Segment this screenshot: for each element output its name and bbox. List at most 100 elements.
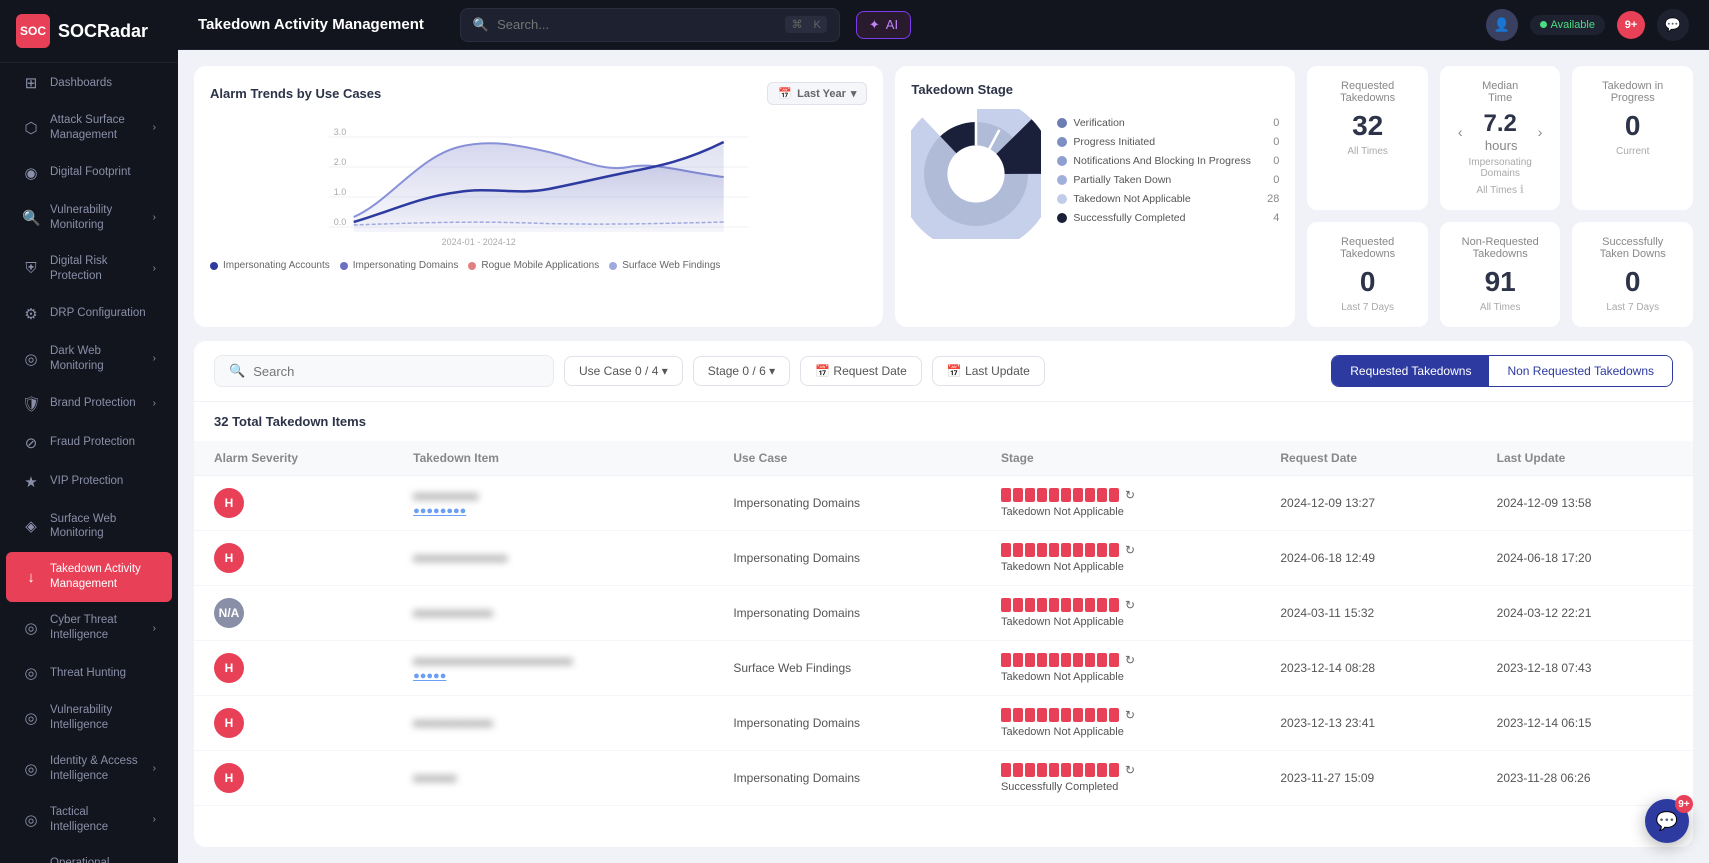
item-sub[interactable]: ●●●●● (413, 670, 693, 682)
cell-item-2: ●●●●●●●●●●● (393, 586, 713, 641)
refresh-icon[interactable]: ↻ (1125, 488, 1135, 502)
search-input[interactable] (497, 17, 777, 32)
cell-usecase-0: Impersonating Domains (713, 476, 981, 531)
severity-badge: H (214, 488, 244, 518)
last-update-filter[interactable]: 📅 Last Update (932, 356, 1045, 386)
chevron-icon: › (153, 763, 156, 774)
sidebar-item-brand-protection[interactable]: 🛡 Brand Protection › (6, 385, 172, 423)
legend-item: Impersonating Accounts (210, 260, 330, 271)
tab-requested[interactable]: Requested Takedowns (1332, 356, 1489, 386)
cell-severity-0: H (194, 476, 393, 531)
sidebar-item-dashboards[interactable]: ⊞ Dashboards (6, 64, 172, 102)
sidebar-icon-vuln-intelligence: ◎ (22, 709, 40, 727)
stage-filter[interactable]: Stage 0 / 6 ▾ (693, 356, 790, 386)
cell-lastupdate-3: 2023-12-18 07:43 (1477, 641, 1693, 696)
sidebar-item-vuln-intelligence[interactable]: ◎ Vulnerability Intelligence (6, 693, 172, 743)
item-main: ●●●●●●●●●●●●●●●●●●●●●● (413, 654, 693, 668)
chat-icon[interactable]: 💬 (1657, 9, 1689, 41)
notification-badge[interactable]: 9+ (1617, 11, 1645, 39)
pie-legend-item: Takedown Not Applicable 28 (1057, 193, 1279, 205)
cell-stage-1: ↻ Takedown Not Applicable (981, 531, 1260, 586)
sidebar-label-vuln-intelligence: Vulnerability Intelligence (50, 703, 156, 733)
table-row[interactable]: H ●●●●●●●●●●●●● Impersonating Domains ↻ … (194, 531, 1693, 586)
sidebar-item-vip-protection[interactable]: ★ VIP Protection (6, 463, 172, 501)
legend-item: Rogue Mobile Applications (468, 260, 599, 271)
chevron-icon: › (153, 212, 156, 223)
sidebar-item-digital-footprint[interactable]: ◉ Digital Footprint (6, 154, 172, 192)
table-search[interactable]: 🔍 (214, 355, 554, 387)
sidebar-item-vulnerability-monitoring[interactable]: 🔍 Vulnerability Monitoring › (6, 193, 172, 243)
chat-fab[interactable]: 💬 9+ (1645, 799, 1689, 843)
sidebar-item-operational-intel[interactable]: ◎ Operational Intelligence › (6, 846, 172, 863)
col-severity: Alarm Severity (194, 441, 393, 476)
refresh-icon[interactable]: ↻ (1125, 763, 1135, 777)
data-table: Alarm Severity Takedown Item Use Case St… (194, 441, 1693, 806)
refresh-icon[interactable]: ↻ (1125, 543, 1135, 557)
sidebar-item-drp-config[interactable]: ⚙ DRP Configuration (6, 295, 172, 333)
ai-button[interactable]: ✦ AI (856, 11, 911, 39)
table-row[interactable]: H ●●●●●● Impersonating Domains ↻ Success… (194, 751, 1693, 806)
stage-bar: ↻ (1001, 488, 1240, 502)
pie-container: Verification 0 Progress Initiated 0 Noti… (911, 109, 1279, 239)
sidebar-item-surface-web[interactable]: ◈ Surface Web Monitoring (6, 502, 172, 552)
table-search-input[interactable] (253, 364, 539, 379)
table-row[interactable]: H ●●●●●●●●●●● Impersonating Domains ↻ Ta… (194, 696, 1693, 751)
cell-reqdate-2: 2024-03-11 15:32 (1260, 586, 1476, 641)
sidebar-label-vulnerability-monitoring: Vulnerability Monitoring (50, 203, 143, 233)
sidebar-logo: SOC SOCRadar (0, 0, 178, 63)
stage-bar: ↻ (1001, 708, 1240, 722)
table-row[interactable]: H ●●●●●●●●●●●●●●●●●●●●●● ●●●●● Surface W… (194, 641, 1693, 696)
sidebar-item-cyber-threat[interactable]: ◎ Cyber Threat Intelligence › (6, 603, 172, 653)
sidebar-item-identity-access[interactable]: ◎ Identity & Access Intelligence › (6, 744, 172, 794)
median-prev-btn[interactable]: ‹ (1458, 124, 1463, 140)
pie-title: Takedown Stage (911, 82, 1279, 97)
request-date-filter[interactable]: 📅 Request Date (800, 356, 922, 386)
table-row[interactable]: H ●●●●●●●●● ●●●●●●●● Impersonating Domai… (194, 476, 1693, 531)
cell-stage-3: ↻ Takedown Not Applicable (981, 641, 1260, 696)
search-bar[interactable]: 🔍 ⌘ K (460, 8, 840, 42)
legend-dot (340, 262, 348, 270)
sidebar-label-operational-intel: Operational Intelligence (50, 856, 143, 863)
cell-lastupdate-1: 2024-06-18 17:20 (1477, 531, 1693, 586)
sidebar-icon-cyber-threat: ◎ (22, 619, 40, 637)
kpi-column: RequestedTakedowns 32 All Times MedianTi… (1307, 66, 1693, 327)
sidebar-item-attack-surface[interactable]: ⬡ Attack Surface Management › (6, 103, 172, 153)
sidebar-icon-surface-web: ◈ (22, 517, 40, 535)
sidebar-icon-digital-risk: ⛨ (22, 260, 40, 277)
cell-severity-2: N/A (194, 586, 393, 641)
legend-dot (210, 262, 218, 270)
refresh-icon[interactable]: ↻ (1125, 708, 1135, 722)
pie-legend-item: Successfully Completed 4 (1057, 212, 1279, 224)
info-icon[interactable]: ℹ (1520, 184, 1524, 196)
kpi-requested-all: RequestedTakedowns 32 All Times (1307, 66, 1428, 210)
sidebar-label-vip-protection: VIP Protection (50, 474, 123, 489)
sidebar-item-tactical-intel[interactable]: ◎ Tactical Intelligence › (6, 795, 172, 845)
tab-non-requested[interactable]: Non Requested Takedowns (1489, 356, 1672, 386)
date-filter-btn[interactable]: 📅 Last Year ▾ (767, 82, 867, 105)
sidebar-item-threat-hunting[interactable]: ◎ Threat Hunting (6, 654, 172, 692)
refresh-icon[interactable]: ↻ (1125, 653, 1135, 667)
svg-text:2024-01 - 2024-12: 2024-01 - 2024-12 (442, 237, 516, 247)
cell-stage-0: ↻ Takedown Not Applicable (981, 476, 1260, 531)
median-next-btn[interactable]: › (1538, 124, 1543, 140)
sidebar-label-surface-web: Surface Web Monitoring (50, 512, 156, 542)
sidebar-item-fraud-protection[interactable]: ⊘ Fraud Protection (6, 424, 172, 462)
sidebar-item-dark-web[interactable]: ◎ Dark Web Monitoring › (6, 334, 172, 384)
use-case-filter[interactable]: Use Case 0 / 4 ▾ (564, 356, 683, 386)
sidebar-item-digital-risk[interactable]: ⛨ Digital Risk Protection › (6, 244, 172, 294)
cell-item-3: ●●●●●●●●●●●●●●●●●●●●●● ●●●●● (393, 641, 713, 696)
pie-legend-item: Verification 0 (1057, 117, 1279, 129)
logo-icon: SOC (16, 14, 50, 48)
kpi-row-bottom: RequestedTakedowns 0 Last 7 Days Non-Req… (1307, 222, 1693, 327)
kpi-successfully-takendown: SuccessfullyTaken Downs 0 Last 7 Days (1572, 222, 1693, 327)
kpi-in-progress: Takedown inProgress 0 Current (1572, 66, 1693, 210)
user-avatar[interactable]: 👤 (1486, 9, 1518, 41)
refresh-icon[interactable]: ↻ (1125, 598, 1135, 612)
sidebar-icon-threat-hunting: ◎ (22, 664, 40, 682)
item-sub[interactable]: ●●●●●●●● (413, 505, 693, 517)
table-row[interactable]: N/A ●●●●●●●●●●● Impersonating Domains ↻ … (194, 586, 1693, 641)
stage-label: Takedown Not Applicable (1001, 726, 1240, 738)
col-last-update: Last Update (1477, 441, 1693, 476)
severity-badge: H (214, 653, 244, 683)
sidebar-item-takedown[interactable]: ↓ Takedown Activity Management (6, 552, 172, 602)
